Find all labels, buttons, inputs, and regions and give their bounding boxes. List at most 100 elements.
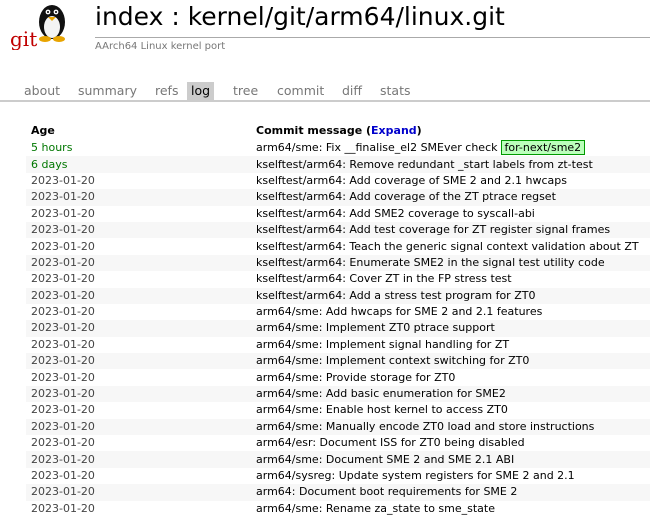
commit-message-cell: arm64/sme: Implement signal handling for… <box>251 336 650 354</box>
tab-commit[interactable]: commit <box>273 82 328 100</box>
table-row[interactable]: 2023-01-20 arm64/sme: Add basic enumerati… <box>26 385 650 403</box>
commit-age: 2023-01-20 <box>26 287 251 304</box>
commit-message-link[interactable]: kselftest/arm64: Add test coverage for Z… <box>256 223 610 236</box>
commit-message-cell: kselftest/arm64: Add a stress test progr… <box>251 287 650 304</box>
cgit-logo-icon[interactable]: git <box>8 0 78 50</box>
table-row[interactable]: 2023-01-20 kselftest/arm64: Add test cove… <box>26 221 650 239</box>
commit-message-cell: arm64/sme: Fix __finalise_el2 SMEver che… <box>251 140 650 157</box>
commit-age: 2023-01-20 <box>26 254 251 272</box>
commit-message-link[interactable]: kselftest/arm64: Enumerate SME2 in the s… <box>256 256 605 269</box>
commit-age: 2023-01-20 <box>26 205 251 222</box>
commit-age: 2023-01-20 <box>26 221 251 239</box>
table-row[interactable]: 6 days kselftest/arm64: Remove redundant … <box>26 156 650 173</box>
commit-age: 6 days <box>26 156 251 173</box>
commit-message-cell: arm64/sme: Enable host kernel to access … <box>251 402 650 419</box>
table-row[interactable]: 2023-01-20 kselftest/arm64: Enumerate SME… <box>26 254 650 272</box>
commit-log-table: Age Commit message (Expand) 5 hours arm64… <box>26 122 650 517</box>
commit-message-cell: arm64/sme: Add basic enumeration for SME… <box>251 385 650 403</box>
commit-message-link[interactable]: arm64/sme: Document SME 2 and SME 2.1 AB… <box>256 453 514 466</box>
commit-message-link[interactable]: kselftest/arm64: Add coverage of the ZT … <box>256 190 556 203</box>
message-header-label: Commit message ( <box>256 124 372 137</box>
commit-age: 5 hours <box>26 140 251 157</box>
table-row[interactable]: 2023-01-20 kselftest/arm64: Cover ZT in t… <box>26 271 650 288</box>
commit-message-cell: arm64/sme: Document SME 2 and SME 2.1 AB… <box>251 451 650 468</box>
commit-message-link[interactable]: kselftest/arm64: Add a stress test progr… <box>256 289 535 302</box>
commit-message-cell: arm64/sysreg: Update system registers fo… <box>251 467 650 485</box>
tab-log[interactable]: log <box>187 82 215 100</box>
commit-age: 2023-01-20 <box>26 402 251 419</box>
table-row[interactable]: 2023-01-20 arm64/sysreg: Update system re… <box>26 467 650 485</box>
commit-message-link[interactable]: arm64/sysreg: Update system registers fo… <box>256 469 575 482</box>
branch-badge[interactable]: for-next/sme2 <box>500 140 586 156</box>
commit-message-cell: kselftest/arm64: Teach the generic signa… <box>251 238 650 255</box>
commit-message-cell: kselftest/arm64: Enumerate SME2 in the s… <box>251 254 650 272</box>
column-header-message: Commit message (Expand) <box>251 122 650 140</box>
expand-link[interactable]: Expand <box>371 124 417 137</box>
commit-message-cell: arm64/sme: Rename za_state to sme_state <box>251 500 650 517</box>
commit-message-link[interactable]: arm64/sme: Enable host kernel to access … <box>256 403 508 416</box>
commit-message-link[interactable]: kselftest/arm64: Remove redundant _start… <box>256 158 593 171</box>
commit-message-link[interactable]: arm64/sme: Implement context switching f… <box>256 354 529 367</box>
commit-message-link[interactable]: arm64/sme: Fix __finalise_el2 SMEver che… <box>256 141 498 154</box>
table-row[interactable]: 2023-01-20 kselftest/arm64: Add SME2 cove… <box>26 205 650 222</box>
commit-message-link[interactable]: arm64/sme: Implement ZT0 ptrace support <box>256 321 495 334</box>
commit-age: 2023-01-20 <box>26 369 251 386</box>
column-header-age: Age <box>31 124 55 137</box>
tab-tree[interactable]: tree <box>229 82 262 100</box>
repo-title[interactable]: index : kernel/git/arm64/linux.git <box>95 2 505 32</box>
commit-message-link[interactable]: arm64/sme: Implement signal handling for… <box>256 338 509 351</box>
commit-message-link[interactable]: kselftest/arm64: Cover ZT in the FP stre… <box>256 272 512 285</box>
table-row[interactable]: 5 hours arm64/sme: Fix __finalise_el2 SME… <box>26 140 650 157</box>
tab-stats[interactable]: stats <box>376 82 415 100</box>
commit-age: 2023-01-20 <box>26 484 251 501</box>
commit-message-link[interactable]: arm64: Document boot requirements for SM… <box>256 485 517 498</box>
table-row[interactable]: 2023-01-20 kselftest/arm64: Add coverage … <box>26 172 650 190</box>
commit-message-cell: arm64/sme: Manually encode ZT0 load and … <box>251 418 650 436</box>
commit-age: 2023-01-20 <box>26 385 251 403</box>
commit-age: 2023-01-20 <box>26 353 251 370</box>
commit-message-link[interactable]: kselftest/arm64: Add SME2 coverage to sy… <box>256 207 535 220</box>
table-row[interactable]: 2023-01-20 arm64: Document boot requireme… <box>26 484 650 501</box>
table-row[interactable]: 2023-01-20 arm64/sme: Manually encode ZT0… <box>26 418 650 436</box>
repo-description: AArch64 Linux kernel port <box>95 41 226 52</box>
table-row[interactable]: 2023-01-20 arm64/sme: Implement context s… <box>26 353 650 370</box>
commit-age: 2023-01-20 <box>26 303 251 321</box>
commit-message-link[interactable]: arm64/sme: Rename za_state to sme_state <box>256 502 495 515</box>
commit-age: 2023-01-20 <box>26 336 251 354</box>
table-row[interactable]: 2023-01-20 arm64/sme: Document SME 2 and … <box>26 451 650 468</box>
table-row[interactable]: 2023-01-20 arm64/sme: Implement ZT0 ptrac… <box>26 320 650 337</box>
logo-text: git <box>10 27 37 50</box>
commit-message-link[interactable]: arm64/esr: Document ISS for ZT0 being di… <box>256 436 525 449</box>
tab-refs[interactable]: refs <box>151 82 182 100</box>
table-row[interactable]: 2023-01-20 arm64/sme: Rename za_state to … <box>26 500 650 517</box>
commit-message-link[interactable]: arm64/sme: Add basic enumeration for SME… <box>256 387 506 400</box>
commit-message-cell: kselftest/arm64: Add coverage of SME 2 a… <box>251 172 650 190</box>
tab-summary[interactable]: summary <box>74 82 141 100</box>
table-row[interactable]: 2023-01-20 arm64/sme: Provide storage for… <box>26 369 650 386</box>
commit-message-link[interactable]: arm64/sme: Provide storage for ZT0 <box>256 371 455 384</box>
table-row[interactable]: 2023-01-20 arm64/sme: Enable host kernel … <box>26 402 650 419</box>
table-row[interactable]: 2023-01-20 kselftest/arm64: Teach the gen… <box>26 238 650 255</box>
table-row[interactable]: 2023-01-20 arm64/sme: Add hwcaps for SME … <box>26 303 650 321</box>
table-row[interactable]: 2023-01-20 arm64/sme: Implement signal ha… <box>26 336 650 354</box>
commit-message-cell: kselftest/arm64: Cover ZT in the FP stre… <box>251 271 650 288</box>
tab-diff[interactable]: diff <box>338 82 366 100</box>
table-row[interactable]: 2023-01-20 arm64/esr: Document ISS for ZT… <box>26 435 650 452</box>
nav-tabs: about summary refs log tree commit diff … <box>0 82 650 102</box>
commit-message-cell: kselftest/arm64: Add SME2 coverage to sy… <box>251 205 650 222</box>
tab-about[interactable]: about <box>20 82 64 100</box>
commit-age: 2023-01-20 <box>26 435 251 452</box>
header-divider <box>95 37 650 38</box>
commit-age: 2023-01-20 <box>26 467 251 485</box>
commit-age: 2023-01-20 <box>26 189 251 206</box>
table-row[interactable]: 2023-01-20 kselftest/arm64: Add a stress … <box>26 287 650 304</box>
commit-age: 2023-01-20 <box>26 418 251 436</box>
commit-message-link[interactable]: kselftest/arm64: Add coverage of SME 2 a… <box>256 174 567 187</box>
commit-message-link[interactable]: arm64/sme: Manually encode ZT0 load and … <box>256 420 594 433</box>
commit-message-link[interactable]: arm64/sme: Add hwcaps for SME 2 and 2.1 … <box>256 305 542 318</box>
commit-message-cell: arm64/sme: Provide storage for ZT0 <box>251 369 650 386</box>
commit-message-link[interactable]: kselftest/arm64: Teach the generic signa… <box>256 240 639 253</box>
commit-message-cell: arm64/sme: Implement context switching f… <box>251 353 650 370</box>
table-row[interactable]: 2023-01-20 kselftest/arm64: Add coverage … <box>26 189 650 206</box>
message-header-suffix: ) <box>416 124 422 137</box>
